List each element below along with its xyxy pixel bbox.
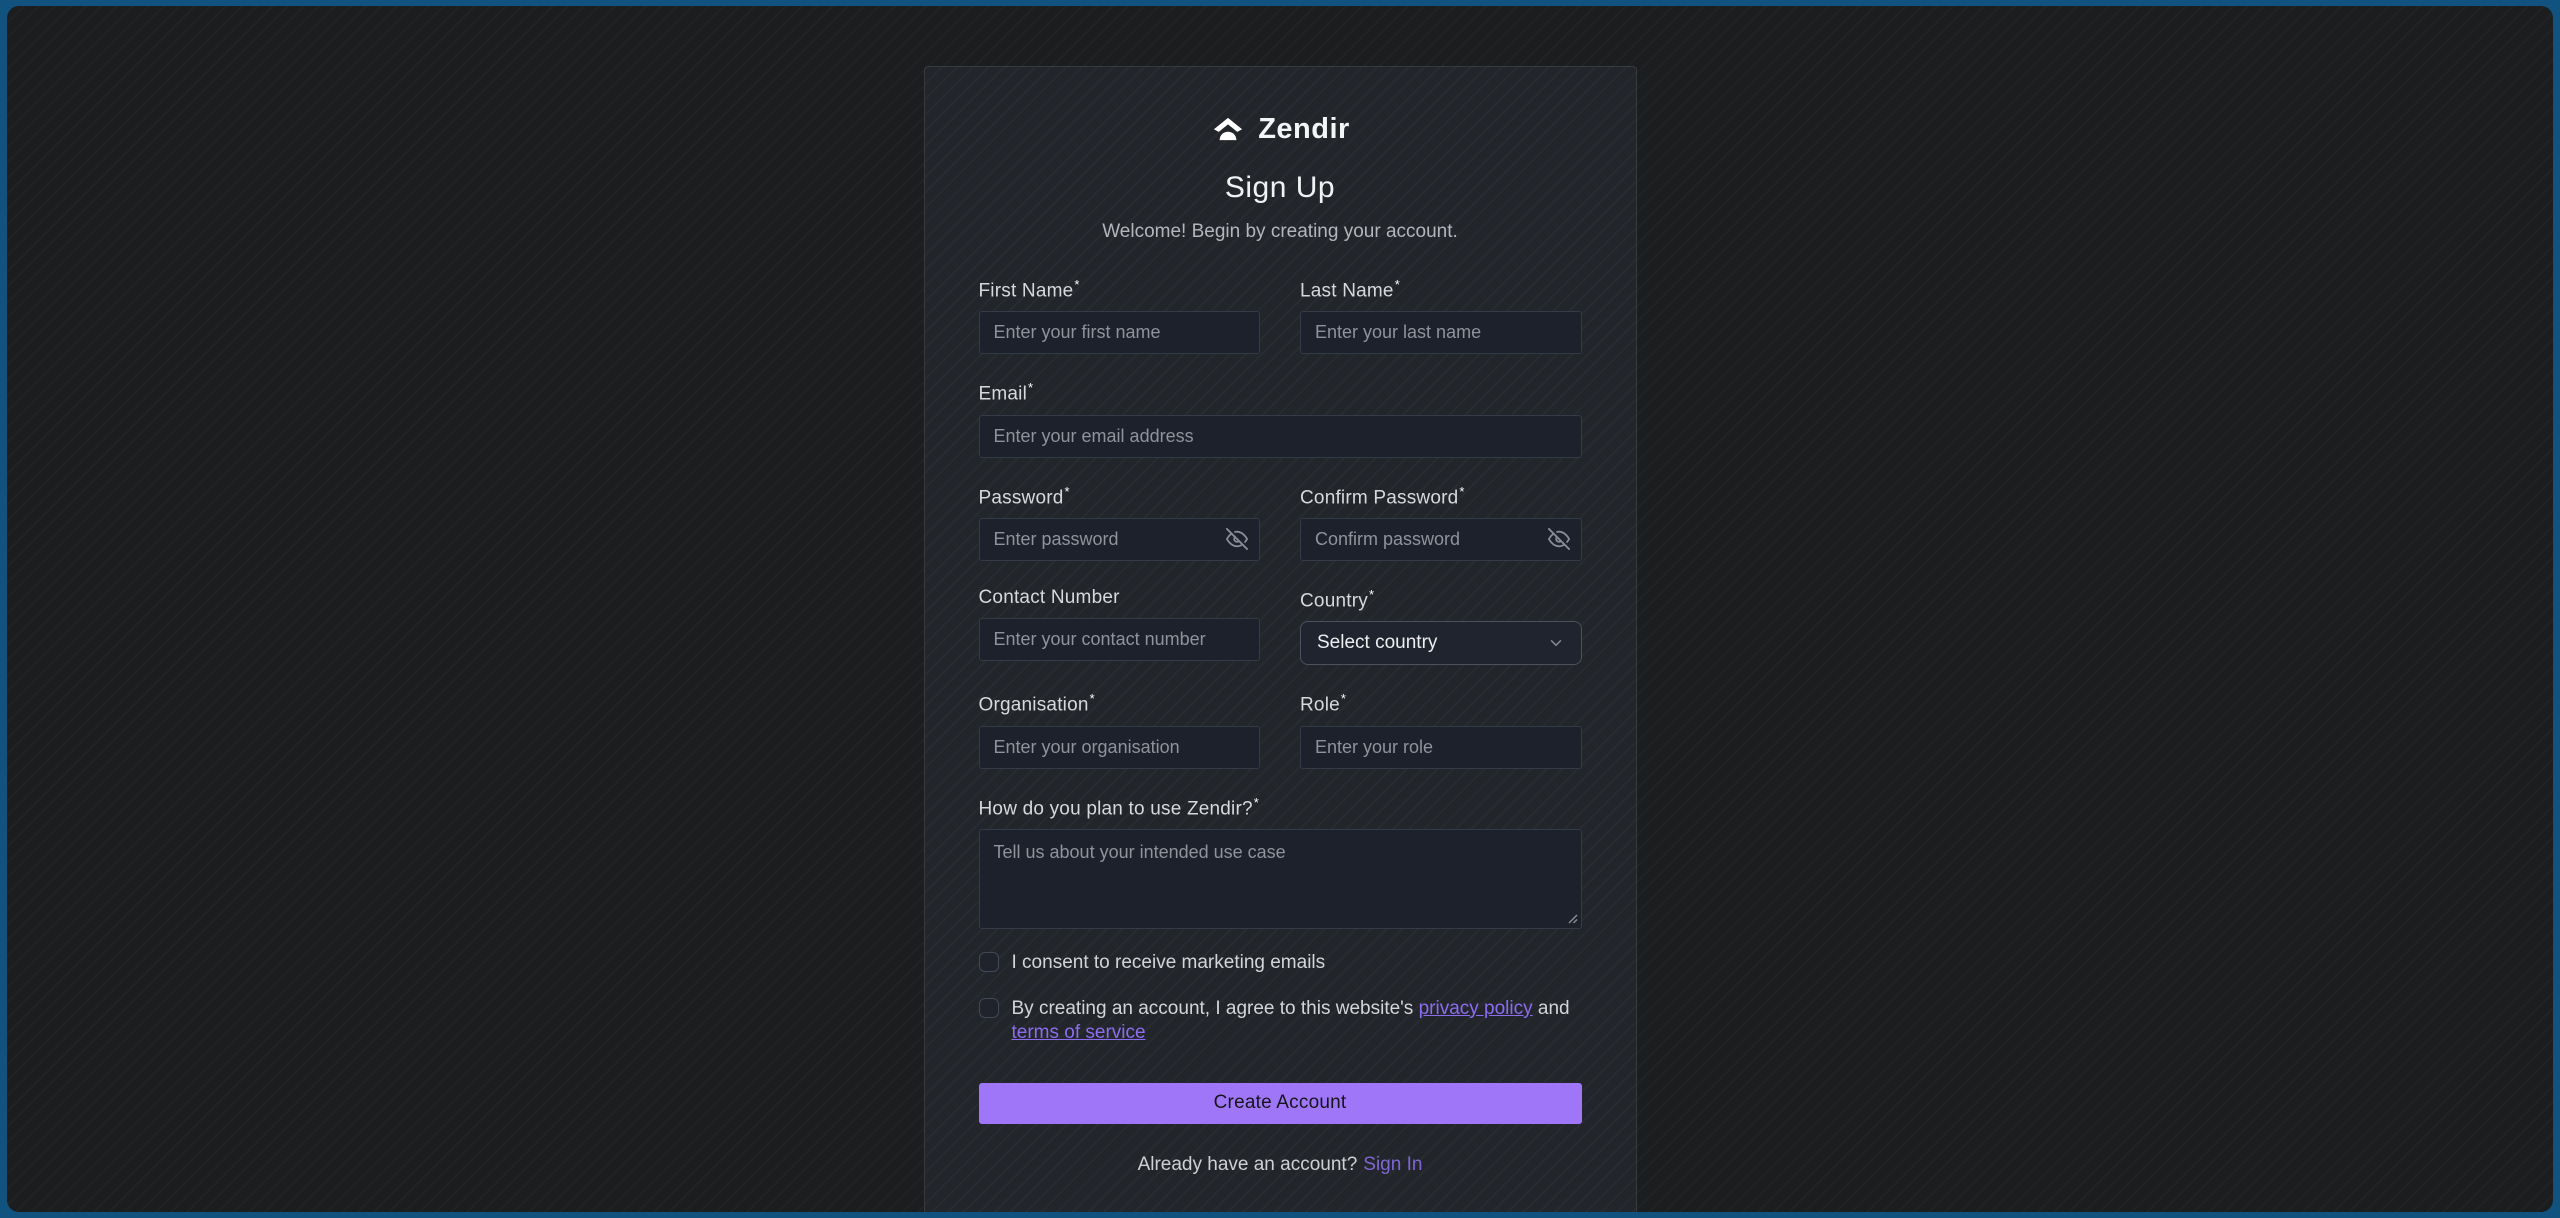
password-input[interactable] (979, 518, 1261, 561)
signup-card: Zendir Sign Up Welcome! Begin by creatin… (924, 66, 1637, 1212)
required-marker: * (1459, 484, 1464, 499)
terms-consent-label: By creating an account, I agree to this … (1012, 997, 1582, 1045)
required-marker: * (1254, 795, 1259, 810)
signin-link[interactable]: Sign In (1363, 1154, 1422, 1175)
use-case-label: How do you plan to use Zendir?* (979, 795, 1582, 820)
country-field-group: Country* Select country (1300, 587, 1582, 665)
role-label: Role* (1300, 691, 1582, 716)
confirm-password-field-group: Confirm Password* (1300, 484, 1582, 561)
marketing-consent-checkbox[interactable] (979, 952, 999, 972)
role-input[interactable] (1300, 726, 1582, 769)
last-name-input[interactable] (1300, 311, 1582, 354)
marketing-consent-row: I consent to receive marketing emails (979, 951, 1582, 975)
chevron-down-icon (1547, 634, 1565, 652)
first-name-input[interactable] (979, 311, 1261, 354)
toggle-confirm-password-visibility-button[interactable] (1546, 526, 1572, 552)
country-select-value: Select country (1317, 632, 1437, 654)
required-marker: * (1341, 691, 1346, 706)
role-field-group: Role* (1300, 691, 1582, 768)
first-name-field-group: First Name* (979, 277, 1261, 354)
email-field-group: Email* (979, 380, 1582, 457)
contact-number-label: Contact Number (979, 587, 1261, 609)
last-name-label: Last Name* (1300, 277, 1582, 302)
confirm-password-input[interactable] (1300, 518, 1582, 561)
terms-consent-checkbox[interactable] (979, 998, 999, 1018)
use-case-field-group: How do you plan to use Zendir?* (979, 795, 1582, 929)
brand-name: Zendir (1258, 113, 1350, 146)
password-field-group: Password* (979, 484, 1261, 561)
password-label: Password* (979, 484, 1261, 509)
email-label: Email* (979, 380, 1582, 405)
first-name-label: First Name* (979, 277, 1261, 302)
eye-off-icon (1548, 528, 1570, 550)
confirm-password-label: Confirm Password* (1300, 484, 1582, 509)
create-account-button[interactable]: Create Account (979, 1083, 1582, 1124)
brand-logo: Zendir (979, 111, 1582, 147)
eye-off-icon (1226, 528, 1248, 550)
required-marker: * (1028, 380, 1033, 395)
email-input[interactable] (979, 415, 1582, 458)
organisation-label: Organisation* (979, 691, 1261, 716)
page-subtitle: Welcome! Begin by creating your account. (979, 221, 1582, 243)
contact-number-input[interactable] (979, 618, 1261, 661)
page-title: Sign Up (979, 171, 1582, 205)
country-label: Country* (1300, 587, 1582, 612)
toggle-password-visibility-button[interactable] (1224, 526, 1250, 552)
signup-form: First Name* Last Name* Email* Password* (979, 277, 1582, 1176)
required-marker: * (1369, 587, 1374, 602)
required-marker: * (1090, 691, 1095, 706)
use-case-textarea[interactable] (979, 829, 1582, 929)
organisation-input[interactable] (979, 726, 1261, 769)
country-select[interactable]: Select country (1300, 621, 1582, 665)
privacy-policy-link[interactable]: privacy policy (1419, 998, 1533, 1019)
last-name-field-group: Last Name* (1300, 277, 1582, 354)
page-background: Zendir Sign Up Welcome! Begin by creatin… (7, 6, 2553, 1212)
marketing-consent-label: I consent to receive marketing emails (1012, 951, 1326, 975)
required-marker: * (1074, 277, 1079, 292)
signin-prompt-row: Already have an account?Sign In (979, 1154, 1582, 1176)
organisation-field-group: Organisation* (979, 691, 1261, 768)
required-marker: * (1065, 484, 1070, 499)
required-marker: * (1395, 277, 1400, 292)
signin-prompt: Already have an account? (1138, 1154, 1358, 1175)
contact-number-field-group: Contact Number (979, 587, 1261, 665)
terms-consent-row: By creating an account, I agree to this … (979, 997, 1582, 1045)
terms-of-service-link[interactable]: terms of service (1012, 1022, 1146, 1043)
zendir-logo-icon (1210, 111, 1246, 147)
